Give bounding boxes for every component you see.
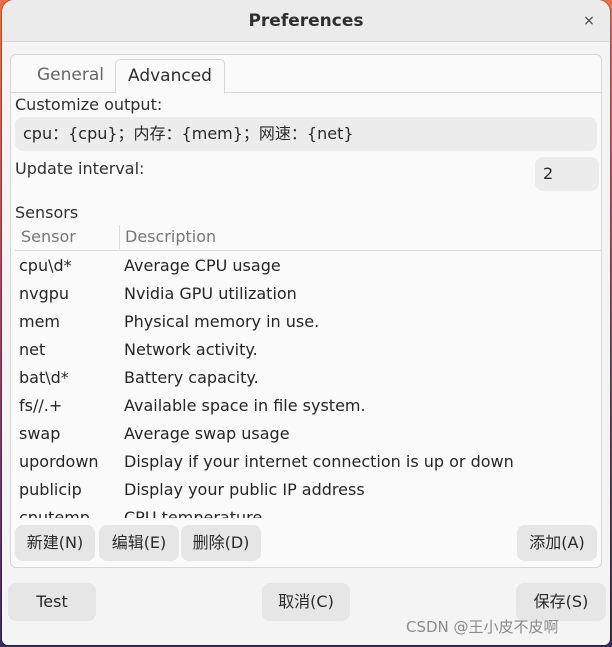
update-interval-input[interactable]: 2 <box>535 157 599 191</box>
table-row[interactable]: swap Average swap usage <box>15 421 601 449</box>
description-cell: Display if your internet connection is u… <box>124 452 514 471</box>
tab-general[interactable]: General <box>25 59 116 93</box>
watermark-text: CSDN @王小皮不皮啊 <box>406 618 559 636</box>
table-row[interactable]: upordown Display if your internet connec… <box>15 449 601 477</box>
description-cell: CPU temperature <box>124 508 263 518</box>
table-row[interactable]: nvgpu Nvidia GPU utilization <box>15 281 601 309</box>
test-button[interactable]: Test <box>8 583 96 621</box>
description-cell: Available space in file system. <box>124 396 366 415</box>
table-row[interactable]: cpu\d* Average CPU usage <box>15 253 601 281</box>
add-sensor-button[interactable]: 添加(A) <box>517 525 597 561</box>
sensor-cell: swap <box>19 424 61 443</box>
description-cell: Nvidia GPU utilization <box>124 284 297 303</box>
window-title: Preferences <box>248 11 364 31</box>
description-cell: Battery capacity. <box>124 368 259 387</box>
title-bar: Preferences × <box>2 0 610 42</box>
description-cell: Average swap usage <box>124 424 290 443</box>
table-row[interactable]: bat\d* Battery capacity. <box>15 365 601 393</box>
edit-sensor-button[interactable]: 编辑(E) <box>99 525 179 561</box>
tab-bar: General Advanced <box>11 55 601 94</box>
sensor-cell: bat\d* <box>19 368 69 387</box>
table-row[interactable]: publicip Display your public IP address <box>15 477 601 505</box>
sensor-cell: upordown <box>19 452 99 471</box>
delete-sensor-button[interactable]: 删除(D) <box>181 525 261 561</box>
sensor-cell: fs//.+ <box>19 396 63 415</box>
table-header: Sensor Description <box>15 223 601 251</box>
table-row[interactable]: mem Physical memory in use. <box>15 309 601 337</box>
preferences-dialog: Preferences × General Advanced Customize… <box>2 0 610 645</box>
table-body: cpu\d* Average CPU usage nvgpu Nvidia GP… <box>15 253 601 518</box>
customize-output-input[interactable]: cpu：{cpu}；内存：{mem}；网速：{net} <box>15 117 597 151</box>
settings-notebook: General Advanced Customize output: cpu：{… <box>10 54 602 568</box>
table-row[interactable]: net Network activity. <box>15 337 601 365</box>
sensor-cell: mem <box>19 312 61 331</box>
tab-advanced[interactable]: Advanced <box>115 59 225 94</box>
table-row[interactable]: fs//.+ Available space in file system. <box>15 393 601 421</box>
column-header-sensor[interactable]: Sensor <box>21 227 76 246</box>
sensor-cell: nvgpu <box>19 284 70 303</box>
sensor-cell: publicip <box>19 480 82 499</box>
column-header-description[interactable]: Description <box>125 227 216 246</box>
table-row[interactable]: cputemp CPU temperature <box>15 505 601 518</box>
sensor-cell: cpu\d* <box>19 256 72 275</box>
update-interval-label: Update interval: <box>15 159 145 178</box>
sensors-table: Sensor Description cpu\d* Average CPU us… <box>15 223 601 518</box>
sensor-cell: cputemp <box>19 508 90 518</box>
new-sensor-button[interactable]: 新建(N) <box>15 525 95 561</box>
description-cell: Average CPU usage <box>124 256 281 275</box>
sensor-cell: net <box>19 340 46 359</box>
cancel-button[interactable]: 取消(C) <box>262 583 350 621</box>
column-separator <box>119 225 120 249</box>
description-cell: Physical memory in use. <box>124 312 320 331</box>
description-cell: Network activity. <box>124 340 258 359</box>
close-icon[interactable]: × <box>580 12 598 30</box>
description-cell: Display your public IP address <box>124 480 365 499</box>
customize-output-label: Customize output: <box>15 95 163 114</box>
sensors-label: Sensors <box>15 203 79 222</box>
